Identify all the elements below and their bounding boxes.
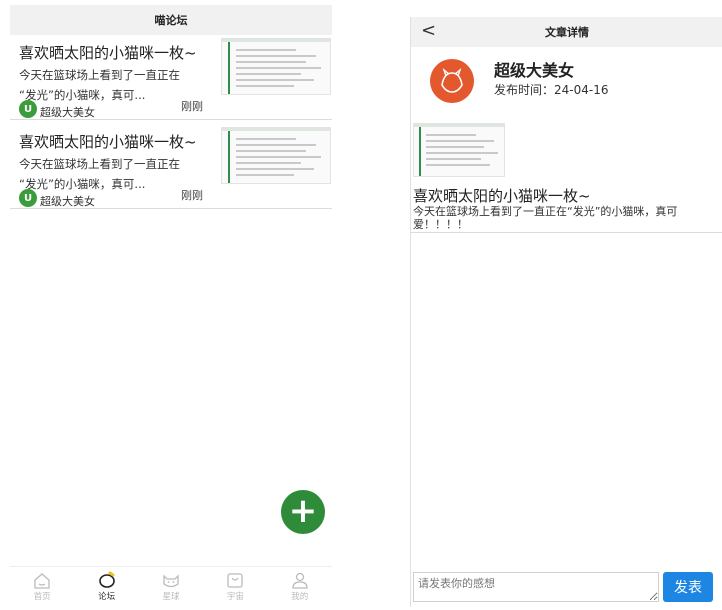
article-detail-screen: < 文章详情 超级大美女 发布时间：24-04-16 喜欢晒太阳的小猫咪一枚~ … — [410, 17, 722, 607]
detail-header-title: 文章详情 — [545, 26, 589, 39]
post-author-row: U 超级大美女 — [19, 187, 95, 209]
tab-label: 论坛 — [98, 592, 116, 602]
post-thumbnail[interactable] — [221, 38, 331, 95]
tab-home[interactable]: 首页 — [10, 567, 74, 606]
tab-label: 星球 — [162, 592, 180, 602]
universe-icon — [203, 570, 267, 590]
article-image[interactable] — [413, 123, 505, 177]
detail-author: 超级大美女 — [494, 61, 575, 80]
profile-icon — [268, 570, 332, 590]
home-icon — [10, 570, 74, 590]
post-item[interactable]: 喜欢晒太阳的小猫咪一枚~ 今天在篮球场上看到了一直正在 “发光”的小猫咪，真可.… — [10, 36, 332, 120]
send-button[interactable]: 发表 — [663, 572, 713, 602]
back-icon[interactable]: < — [421, 20, 436, 41]
divider — [411, 232, 722, 233]
tab-profile[interactable]: 我的 — [268, 567, 332, 606]
forum-header: 喵论坛 — [10, 5, 332, 35]
post-excerpt-line: 今天在篮球场上看到了一直正在 — [19, 68, 180, 82]
author-avatar-icon: U — [19, 100, 37, 118]
plus-icon: + — [288, 491, 318, 531]
tab-label: 宇宙 — [226, 592, 244, 602]
forum-title: 喵论坛 — [154, 14, 188, 27]
cat-icon — [139, 570, 203, 590]
post-author-row: U 超级大美女 — [19, 98, 95, 120]
detail-header: < 文章详情 — [411, 17, 722, 47]
post-author: 超级大美女 — [40, 106, 95, 119]
author-avatar-icon: U — [19, 189, 37, 207]
bottom-tab-bar: 首页 论坛 星球 宇宙 我的 — [10, 566, 332, 606]
post-excerpt-line: 今天在篮球场上看到了一直正在 — [19, 157, 180, 171]
post-time: 刚刚 — [181, 189, 203, 202]
tab-forum[interactable]: 论坛 — [75, 567, 139, 606]
post-title: 喜欢晒太阳的小猫咪一枚~ — [19, 44, 197, 62]
cat-avatar-icon — [441, 67, 463, 93]
comment-bar: 发表 — [411, 570, 722, 607]
tab-label: 我的 — [291, 592, 309, 602]
post-author: 超级大美女 — [40, 195, 95, 208]
post-title: 喜欢晒太阳的小猫咪一枚~ — [19, 133, 197, 151]
tab-label: 首页 — [33, 592, 51, 602]
article-body: 今天在篮球场上看到了一直正在“发光”的小猫咪，真可爱！！！！ — [413, 205, 678, 231]
article-title: 喜欢晒太阳的小猫咪一枚~ — [413, 187, 591, 205]
post-thumbnail[interactable] — [221, 127, 331, 184]
author-avatar[interactable] — [430, 59, 474, 103]
post-time: 刚刚 — [181, 100, 203, 113]
comment-input[interactable] — [413, 572, 659, 602]
forum-icon — [75, 570, 139, 590]
publish-time: 发布时间：24-04-16 — [494, 83, 609, 97]
forum-screen: 喵论坛 喜欢晒太阳的小猫咪一枚~ 今天在篮球场上看到了一直正在 “发光”的小猫咪… — [10, 5, 332, 605]
tab-universe[interactable]: 宇宙 — [203, 567, 267, 606]
add-post-button[interactable]: + — [281, 490, 325, 534]
post-item[interactable]: 喜欢晒太阳的小猫咪一枚~ 今天在篮球场上看到了一直正在 “发光”的小猫咪，真可.… — [10, 125, 332, 209]
tab-planet[interactable]: 星球 — [139, 567, 203, 606]
